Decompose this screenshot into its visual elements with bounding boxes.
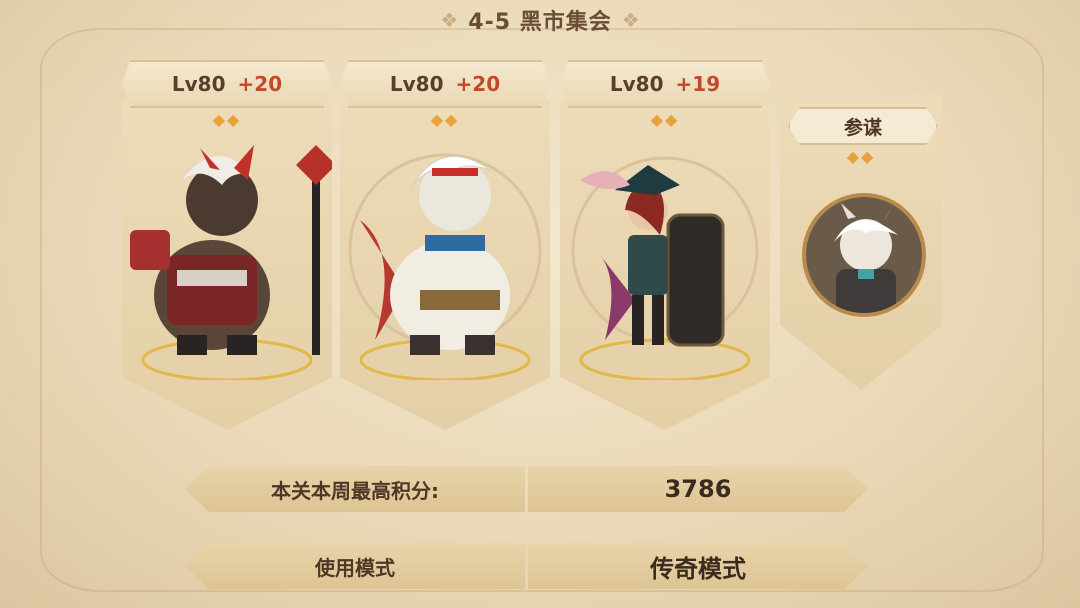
hero-star-rank: ◆◆ (212, 110, 242, 129)
hero-card-header: Lv80 +20 (340, 60, 550, 108)
ornament-left-icon: ❖ (440, 8, 459, 32)
mode-label: 使用模式 (185, 543, 525, 589)
stage-title-bar: ❖ 4-5 黑市集会 ❖ (400, 0, 680, 40)
bear-warrior-hero-icon (122, 140, 336, 382)
advisor-card[interactable]: 参谋 ◆◆ (780, 95, 942, 390)
hero-card-header: Lv80 +20 (122, 60, 332, 108)
hero-level: Lv80 (171, 72, 226, 96)
hero-bonus: +20 (237, 72, 283, 96)
advisor-portrait-icon (802, 193, 926, 317)
score-label: 本关本周最高积分: (185, 466, 525, 512)
hero-level: Lv80 (609, 72, 664, 96)
stage-title: 4-5 黑市集会 (468, 10, 612, 35)
hero-card-header: Lv80 +19 (560, 60, 770, 108)
advisor-label: 参谋 (788, 107, 938, 145)
hero-bonus: +20 (455, 72, 501, 96)
hero-star-rank: ◆◆ (430, 110, 460, 129)
advisor-star-rank: ◆◆ (846, 147, 876, 166)
hero-star-rank: ◆◆ (650, 110, 680, 129)
white-bear-hero-icon (340, 140, 550, 382)
hero-level: Lv80 (389, 72, 444, 96)
hero-card-1[interactable]: Lv80 +20 ◆◆ (122, 60, 336, 430)
ornament-right-icon: ❖ (621, 8, 640, 32)
score-value: 3786 (528, 466, 868, 512)
mode-value: 传奇模式 (528, 543, 868, 589)
pirate-girl-hero-icon (560, 140, 770, 382)
hero-card-3[interactable]: Lv80 +19 ◆◆ (560, 60, 770, 430)
hero-bonus: +19 (675, 72, 721, 96)
hero-card-2[interactable]: Lv80 +20 ◆◆ (340, 60, 550, 430)
